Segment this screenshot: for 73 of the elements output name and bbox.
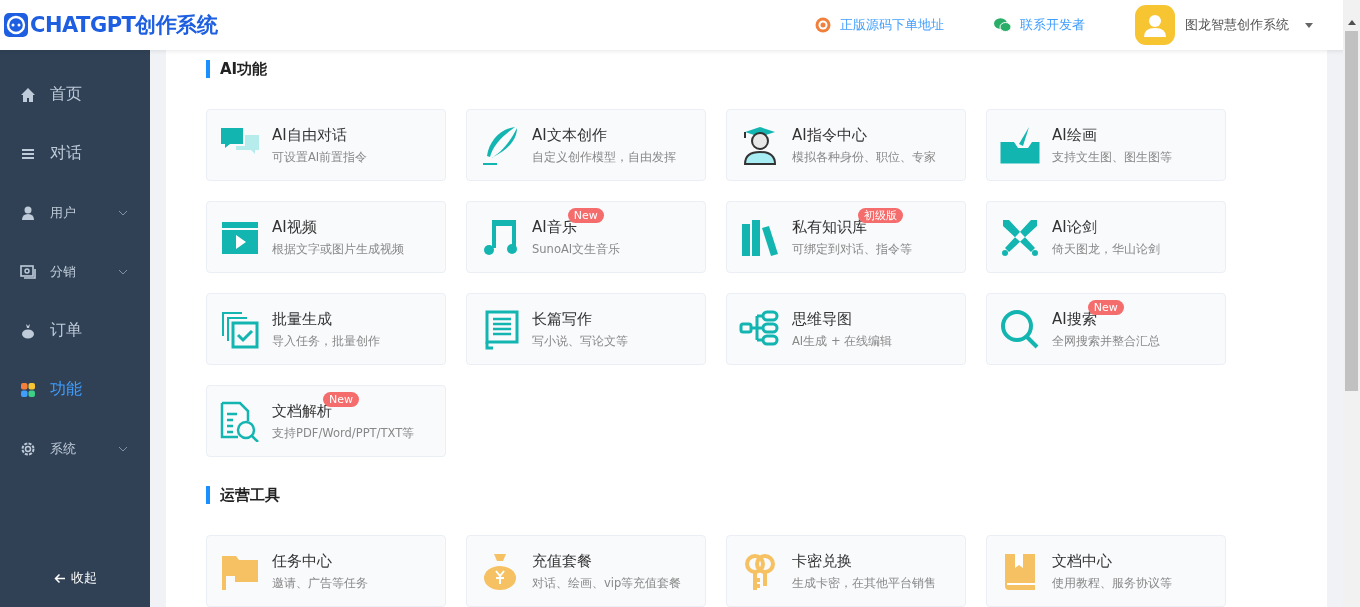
document-search-icon: [219, 400, 261, 442]
grid-icon: [20, 381, 36, 398]
card-description: 使用教程、服务协议等: [1052, 576, 1172, 591]
card-description: 对话、绘画、vip等充值套餐: [532, 576, 682, 591]
card-title: 充值套餐: [532, 552, 592, 570]
card-description: 自定义创作模型，自由发挥: [532, 150, 676, 165]
card-title: 长篇写作: [532, 310, 592, 328]
card-title: AI自由对话: [272, 126, 347, 144]
card-icon: [20, 263, 36, 280]
feature-card[interactable]: 思维导图 AI生成 + 在线编辑: [726, 293, 966, 365]
card-description: 全网搜索并整合汇总: [1052, 334, 1160, 349]
collapse-button[interactable]: 收起: [53, 569, 97, 587]
card-title: 文档中心: [1052, 552, 1112, 570]
card-description: 邀请、广告等任务: [272, 576, 368, 591]
card-description: 模拟各种身份、职位、专家: [792, 150, 936, 165]
badge-icon: [815, 17, 831, 33]
feature-card[interactable]: AI指令中心 模拟各种身份、职位、专家: [726, 109, 966, 181]
user-name[interactable]: 图龙智慧创作系统: [1185, 16, 1289, 34]
sidebar-item[interactable]: 用户: [0, 183, 150, 242]
caret-icon[interactable]: [1305, 22, 1313, 28]
card-title: AI绘画: [1052, 126, 1097, 144]
feature-card[interactable]: 充值套餐 对话、绘画、vip等充值套餐: [466, 535, 706, 607]
app-title: CHATGPT创作系统: [30, 12, 218, 39]
feature-card[interactable]: AI文本创作 自定义创作模型，自由发挥: [466, 109, 706, 181]
feature-card[interactable]: AI论剑 倚天图龙，华山论剑: [986, 201, 1226, 273]
card-description: 倚天图龙，华山论剑: [1052, 242, 1160, 257]
avatar-icon[interactable]: [1135, 5, 1175, 45]
sidebar-item[interactable]: 功能: [0, 360, 150, 419]
card-title: 任务中心: [272, 552, 332, 570]
card-description: 导入任务，批量创作: [272, 334, 380, 349]
feature-card[interactable]: 卡密兑换 生成卡密，在其他平台销售: [726, 535, 966, 607]
settings-icon: [20, 440, 36, 457]
feature-card[interactable]: AI绘画 支持文生图、图生图等: [986, 109, 1226, 181]
section-title: AI功能: [206, 60, 1287, 78]
sidebar-item[interactable]: 分销: [0, 242, 150, 301]
money-bag-icon: [20, 322, 36, 339]
feature-card[interactable]: 任务中心 邀请、广告等任务: [206, 535, 446, 607]
sidebar-item[interactable]: 首页: [0, 65, 150, 124]
user-icon: [20, 204, 36, 221]
card-title: 批量生成: [272, 310, 332, 328]
card-title: AI论剑: [1052, 218, 1097, 236]
card-title: AI指令中心: [792, 126, 867, 144]
scrollbar-drawing[interactable]: [1343, 0, 1360, 607]
card-description: 生成卡密，在其他平台销售: [792, 576, 936, 591]
card-title: AI文本创作: [532, 126, 607, 144]
search-icon: [999, 308, 1041, 350]
card-title: 卡密兑换: [792, 552, 852, 570]
card-description: 根据文字或图片生成视频: [272, 242, 404, 257]
feature-card[interactable]: 批量生成 导入任务，批量创作: [206, 293, 446, 365]
card-description: SunoAI文生音乐: [532, 242, 621, 257]
wechat-icon: [994, 18, 1011, 32]
card-description: 可设置AI前置指令: [272, 150, 368, 165]
feature-card[interactable]: 长篇写作 写小说、写论文等: [466, 293, 706, 365]
arrow-left-icon: [53, 572, 66, 584]
card-title: 思维导图: [792, 310, 852, 328]
card-description: 支持文生图、图生图等: [1052, 150, 1172, 165]
section-title: 运营工具: [206, 486, 1287, 504]
card-title: AI视频: [272, 218, 317, 236]
chevron-down-icon: [118, 445, 128, 452]
feature-card[interactable]: AI视频 根据文字或图片生成视频: [206, 201, 446, 273]
card-description: 支持PDF/Word/PPT/TXT等: [272, 426, 415, 441]
feature-card[interactable]: 文档中心 使用教程、服务协议等: [986, 535, 1226, 607]
sidebar-item[interactable]: 订单: [0, 301, 150, 360]
card-description: 写小说、写论文等: [532, 334, 628, 349]
logo-icon: [4, 13, 28, 37]
chevron-down-icon: [118, 268, 128, 275]
card-description: 可绑定到对话、指令等: [792, 242, 912, 257]
card-description: AI生成 + 在线编辑: [792, 334, 893, 349]
home-icon: [20, 86, 36, 103]
chevron-down-icon: [118, 209, 128, 216]
sidebar-item[interactable]: 对话: [0, 124, 150, 183]
sidebar-item[interactable]: 系统: [0, 419, 150, 478]
feature-card[interactable]: AI自由对话 可设置AI前置指令: [206, 109, 446, 181]
